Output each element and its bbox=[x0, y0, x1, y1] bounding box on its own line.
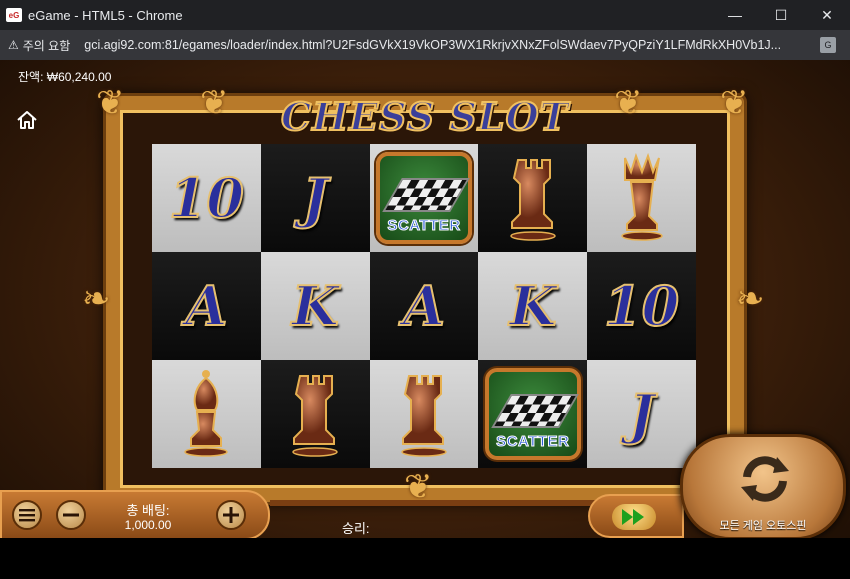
scatter-label: SCATTER bbox=[387, 217, 461, 235]
balance-display: 잔액: ₩60,240.00 bbox=[18, 70, 112, 84]
maximize-button[interactable]: ☐ bbox=[758, 0, 804, 30]
symbol-10: 10 bbox=[603, 273, 680, 339]
reel-grid: 10 J SCATTER A K A K 10 SCATTER J bbox=[152, 144, 696, 468]
reel-cell bbox=[478, 144, 588, 252]
frame-ornament-icon: ❦ bbox=[404, 468, 433, 506]
security-warning[interactable]: ⚠ 주의 요함 bbox=[8, 37, 70, 54]
scatter-symbol: SCATTER bbox=[484, 368, 581, 460]
queen-piece-icon bbox=[607, 150, 677, 247]
spin-button[interactable]: 모든 게임 오토스핀 bbox=[680, 434, 846, 540]
reel-cell: A bbox=[369, 252, 479, 360]
win-strip bbox=[270, 500, 610, 506]
bottom-bar bbox=[0, 538, 850, 579]
frame-ornament-icon: ❦ bbox=[614, 84, 643, 122]
address-bar: ⚠ 주의 요함 gci.agi92.com:81/egames/loader/i… bbox=[0, 30, 850, 60]
turbo-panel bbox=[588, 494, 684, 538]
reel-cell: SCATTER bbox=[369, 144, 479, 252]
frame-ornament-icon: ❦ bbox=[720, 84, 749, 122]
increase-bet-button[interactable] bbox=[216, 500, 246, 530]
game-logo: CHESS SLOT bbox=[280, 93, 569, 140]
reel-cell: K bbox=[478, 252, 588, 360]
total-bet-value: 1,000.00 bbox=[124, 518, 172, 532]
plus-icon bbox=[223, 507, 239, 523]
chessboard-icon bbox=[382, 178, 470, 212]
symbol-j: J bbox=[301, 165, 329, 231]
game-area: 잔액: ₩60,240.00 ❦ ❦ ❧ ❧ ❦ ❦ ❦ CHESS SLOT … bbox=[0, 60, 850, 579]
frame-ornament-icon: ❦ bbox=[96, 84, 125, 122]
window-title: eGame - HTML5 - Chrome bbox=[28, 7, 183, 23]
reel-cell: 10 bbox=[587, 252, 696, 360]
reel-cell bbox=[260, 360, 370, 468]
symbol-k: K bbox=[291, 273, 340, 339]
fast-forward-icon bbox=[622, 509, 644, 525]
menu-icon bbox=[19, 509, 35, 522]
security-warning-label: 주의 요함 bbox=[22, 38, 71, 53]
reel-cell: 10 bbox=[152, 144, 261, 252]
bet-panel: 총 배팅: 1,000.00 bbox=[0, 490, 270, 540]
url-field[interactable]: gci.agi92.com:81/egames/loader/index.htm… bbox=[84, 38, 794, 52]
scatter-label: SCATTER bbox=[496, 433, 570, 451]
chessboard-icon bbox=[490, 394, 579, 428]
reel-cell bbox=[587, 144, 696, 252]
frame-ornament-icon: ❦ bbox=[200, 84, 229, 122]
minus-icon bbox=[63, 513, 79, 517]
minimize-button[interactable]: — bbox=[712, 0, 758, 30]
symbol-k: K bbox=[508, 273, 557, 339]
reel-cell: J bbox=[587, 360, 696, 468]
frame-ornament-icon: ❧ bbox=[736, 280, 765, 318]
bishop-piece-icon bbox=[171, 366, 241, 463]
reel-cell: SCATTER bbox=[478, 360, 588, 468]
reel-cell: A bbox=[152, 252, 261, 360]
reel-cell: J bbox=[260, 144, 370, 252]
app-logo-icon: eG bbox=[6, 8, 22, 22]
total-bet-label: 총 배팅: bbox=[126, 503, 170, 518]
reel-cell bbox=[152, 360, 261, 468]
scatter-symbol: SCATTER bbox=[375, 152, 472, 244]
reel-cell bbox=[369, 360, 479, 468]
symbol-j: J bbox=[628, 381, 656, 447]
rook-piece-icon bbox=[389, 366, 459, 463]
translate-icon[interactable]: G bbox=[820, 37, 836, 53]
menu-button[interactable] bbox=[12, 500, 42, 530]
decrease-bet-button[interactable] bbox=[56, 500, 86, 530]
close-button[interactable]: ✕ bbox=[804, 0, 850, 30]
warning-icon: ⚠ bbox=[8, 38, 19, 52]
symbol-a: A bbox=[402, 273, 446, 339]
turbo-button[interactable] bbox=[612, 504, 656, 530]
title-bar: eG eGame - HTML5 - Chrome — ☐ ✕ bbox=[0, 0, 850, 30]
symbol-a: A bbox=[184, 273, 228, 339]
symbol-10: 10 bbox=[168, 165, 245, 231]
reel-cell: K bbox=[260, 252, 370, 360]
frame-ornament-icon: ❧ bbox=[82, 280, 111, 318]
rook-piece-icon bbox=[498, 150, 568, 247]
spin-arrows-icon bbox=[741, 456, 789, 502]
win-label: 승리: bbox=[342, 521, 370, 536]
home-icon[interactable] bbox=[15, 108, 39, 132]
autospin-label[interactable]: 모든 게임 오토스핀 bbox=[683, 517, 843, 533]
rook-piece-icon bbox=[280, 366, 350, 463]
